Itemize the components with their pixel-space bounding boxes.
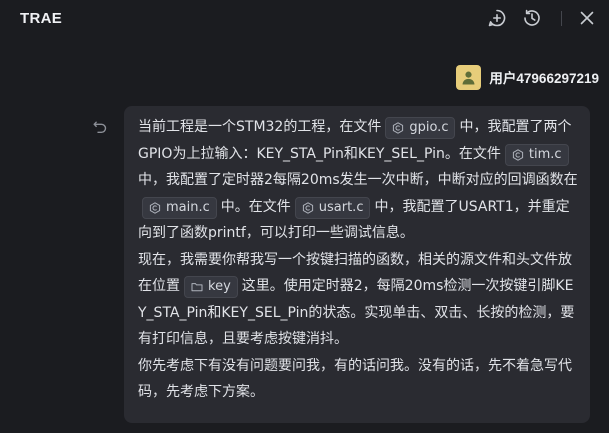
undo-icon[interactable] [92, 119, 108, 135]
file-icon [149, 201, 161, 214]
message-paragraph-2: 现在，我需要你帮我写一个按键扫描的函数，相关的源文件和头文件放在位置 key 这里。… [138, 247, 580, 353]
new-chat-icon[interactable] [487, 8, 507, 28]
user-icon [462, 71, 475, 85]
message-paragraph-3: 你先考虑下有没有问题要问我，有的话问我。没有的话，先不着急写代码，先考虑下方案。 [138, 357, 572, 401]
file-chip-tim[interactable]: tim.c [504, 143, 569, 166]
folder-icon [191, 283, 203, 292]
file-chip-label: tim.c [528, 146, 562, 162]
file-chip-label: gpio.c [409, 120, 449, 135]
message-text: 中，我配置了定时器2每隔20ms发生一次中断，中断对应的回调函数在 [138, 172, 578, 188]
file-icon [302, 201, 313, 214]
file-chip-label: usart.c [318, 199, 364, 215]
file-icon [512, 148, 523, 161]
user-row: 用户47966297219 [456, 64, 599, 90]
file-icon [393, 122, 404, 134]
folder-chip-key[interactable]: key [184, 276, 238, 298]
file-chip-main[interactable]: main.c [142, 196, 217, 219]
file-chip-usart[interactable]: usart.c [294, 196, 371, 219]
app-title: TRAE [20, 10, 63, 27]
user-message: 当前工程是一个STM32的工程，在文件 gpio.c 中，我配置了两个GPIO为上拉… [124, 106, 590, 423]
username: 用户47966297219 [489, 71, 599, 86]
file-chip-gpio[interactable]: gpio.c [385, 117, 456, 139]
file-chip-label: main.c [166, 199, 210, 215]
close-icon[interactable] [577, 8, 597, 28]
message-paragraph-1: 当前工程是一个STM32的工程，在文件 gpio.c 中，我配置了两个GPIO为上拉… [138, 114, 580, 247]
history-icon[interactable] [522, 8, 542, 28]
folder-chip-label: key [208, 279, 231, 294]
message-text: 当前工程是一个STM32的工程，在文件 [138, 119, 382, 135]
message-text: 中。在文件 [220, 198, 291, 215]
header-divider [561, 11, 562, 26]
avatar [456, 64, 482, 90]
